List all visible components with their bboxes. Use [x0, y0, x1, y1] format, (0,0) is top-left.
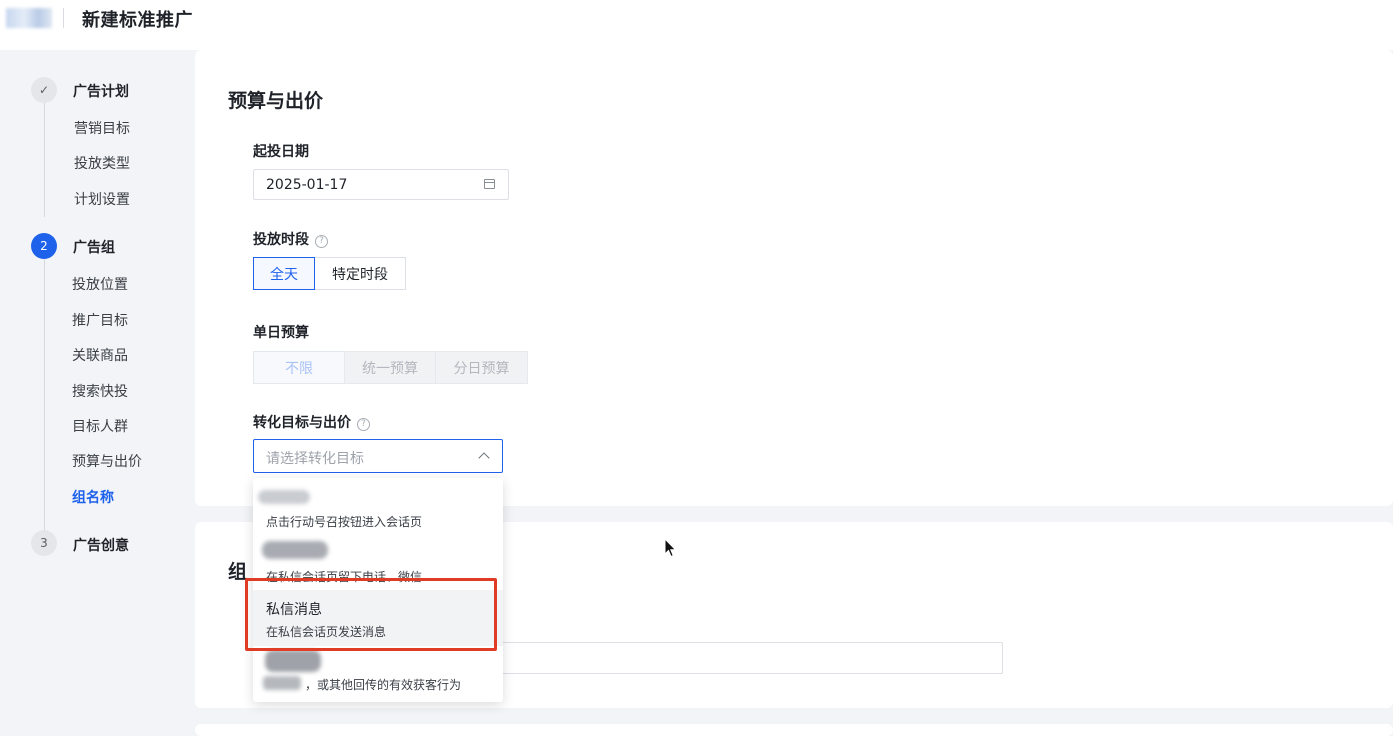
time-slot-label: 投放时段?: [253, 229, 328, 249]
budget-unified[interactable]: 统一预算: [344, 351, 436, 384]
blurred-title: [262, 541, 328, 559]
next-card: [195, 724, 1393, 736]
step-3-number: 3: [31, 530, 57, 556]
step-connector: [44, 102, 45, 217]
calendar-icon[interactable]: [484, 179, 495, 189]
dropdown-option[interactable]: 点击行动号召按钮进入会话页: [253, 478, 503, 534]
blurred-title: [258, 490, 310, 504]
blurred-title: [265, 650, 321, 672]
sidebar-item-marketing-goal[interactable]: 营销目标: [74, 118, 130, 138]
sidebar-item-promo-target[interactable]: 推广目标: [72, 310, 128, 330]
conversion-goal-select[interactable]: 请选择转化目标: [253, 439, 503, 473]
sidebar-item-delivery-type[interactable]: 投放类型: [74, 153, 130, 173]
blurred-desc-prefix: [263, 676, 301, 690]
conversion-label-text: 转化目标与出价: [253, 415, 351, 431]
conversion-goal-placeholder: 请选择转化目标: [266, 451, 364, 467]
time-slot-specific[interactable]: 特定时段: [314, 257, 406, 290]
sidebar-item-group-name[interactable]: 组名称: [72, 487, 114, 507]
step-2-number: 2: [31, 233, 57, 259]
sidebar-item-budget-bid[interactable]: 预算与出价: [72, 451, 142, 471]
time-slot-all-day[interactable]: 全天: [253, 257, 315, 290]
dropdown-option-desc: 点击行动号召按钮进入会话页: [266, 515, 423, 529]
chevron-up-icon: [478, 452, 490, 464]
budget-unlimited[interactable]: 不限: [253, 351, 345, 384]
step-title-ad-creative[interactable]: 广告创意: [73, 535, 129, 555]
step-1-check-icon: ✓: [31, 77, 57, 103]
brand-logo: [6, 8, 52, 28]
step-connector: [44, 258, 45, 530]
page-title: 新建标准推广: [82, 10, 193, 31]
header-divider: [63, 8, 64, 28]
time-slot-label-text: 投放时段: [253, 232, 309, 248]
start-date-label: 起投日期: [253, 144, 309, 160]
mouse-cursor-icon: [664, 538, 677, 558]
start-date-input[interactable]: 2025-01-17: [253, 169, 509, 200]
sidebar-item-linked-products[interactable]: 关联商品: [72, 345, 128, 365]
budget-per-day[interactable]: 分日预算: [435, 351, 528, 384]
step-title-ad-plan[interactable]: 广告计划: [73, 81, 129, 101]
top-bar: 新建标准推广: [0, 0, 1393, 50]
dropdown-option[interactable]: ，或其他回传的有效获客行为: [253, 646, 503, 702]
sidebar-item-target-audience[interactable]: 目标人群: [72, 416, 128, 436]
highlight-annotation-box: [245, 578, 497, 651]
section-title-budget: 预算与出价: [228, 90, 324, 112]
dropdown-option-desc: ，或其他回传的有效获客行为: [305, 678, 462, 692]
daily-budget-label: 单日预算: [253, 325, 309, 341]
sidebar-item-plan-settings[interactable]: 计划设置: [74, 189, 130, 209]
step-title-ad-group[interactable]: 广告组: [73, 237, 115, 257]
help-icon[interactable]: ?: [315, 235, 328, 248]
help-icon[interactable]: ?: [357, 418, 370, 431]
conversion-label: 转化目标与出价?: [253, 412, 370, 432]
sidebar-item-search-boost[interactable]: 搜索快投: [72, 381, 128, 401]
sidebar-item-placement[interactable]: 投放位置: [72, 274, 128, 294]
start-date-value: 2025-01-17: [266, 177, 348, 193]
